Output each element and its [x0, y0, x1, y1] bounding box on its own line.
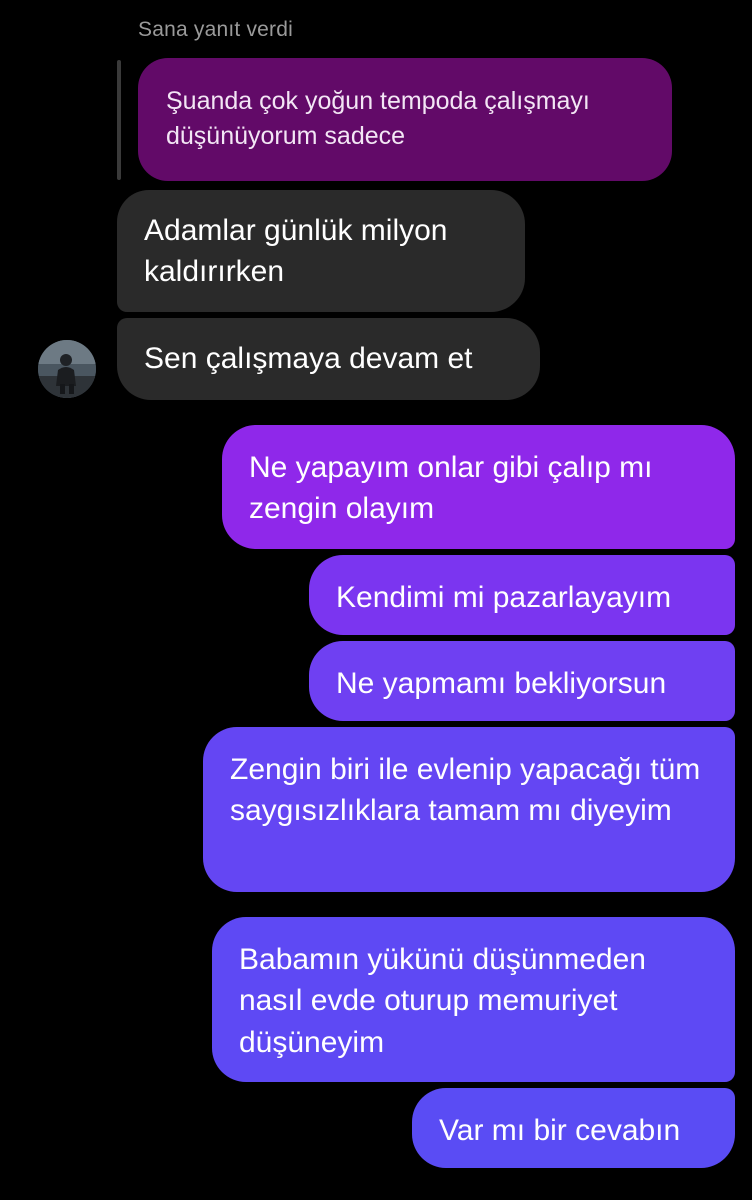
outgoing-message-bubble[interactable]: Babamın yükünü düşünmeden nasıl evde otu… — [212, 917, 735, 1082]
quoted-message-bubble[interactable]: Şuanda çok yoğun tempoda çalışmayı düşün… — [138, 58, 672, 181]
avatar-photo-icon — [38, 340, 96, 398]
outgoing-message-bubble[interactable]: Var mı bir cevabın — [412, 1088, 735, 1168]
outgoing-message-bubble[interactable]: Zengin biri ile evlenip yapacağı tüm say… — [203, 727, 735, 892]
incoming-message-bubble[interactable]: Adamlar günlük milyon kaldırırken — [117, 190, 525, 312]
outgoing-message-bubble[interactable]: Ne yapmamı bekliyorsun — [309, 641, 735, 721]
reply-indicator-bar — [117, 60, 121, 180]
reply-context-label: Sana yanıt verdi — [138, 18, 293, 41]
outgoing-message-bubble[interactable]: Kendimi mi pazarlayayım — [309, 555, 735, 635]
incoming-message-bubble[interactable]: Sen çalışmaya devam et — [117, 318, 540, 400]
outgoing-message-bubble[interactable]: Ne yapayım onlar gibi çalıp mı zengin ol… — [222, 425, 735, 549]
contact-avatar[interactable] — [38, 340, 96, 398]
